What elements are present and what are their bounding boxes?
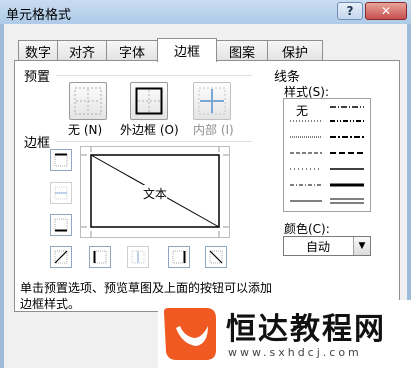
diagonal-up-border-icon xyxy=(54,250,68,264)
inside-horizontal-border-icon xyxy=(54,186,68,200)
window-title: 单元格格式 xyxy=(6,8,72,23)
watermark-brand: 恒达教程网 xyxy=(226,312,386,347)
bottom-border-icon xyxy=(54,218,68,232)
presets-separator xyxy=(56,75,252,76)
right-border-button[interactable] xyxy=(168,246,190,268)
no-border-icon xyxy=(74,87,102,115)
preset-outline-label: 外边框 (O) xyxy=(120,123,179,137)
preset-none-button[interactable] xyxy=(69,82,107,120)
bottom-border-button[interactable] xyxy=(50,214,72,236)
left-border-icon xyxy=(93,250,107,264)
border-preview[interactable]: 文本 xyxy=(80,146,230,238)
inside-border-icon xyxy=(198,87,226,115)
preset-inside-button[interactable] xyxy=(193,82,231,120)
watermark-url: www.sxhdcj.com xyxy=(228,346,362,359)
diagonal-down-border-button[interactable] xyxy=(205,246,227,268)
tab-protection[interactable]: 保护 xyxy=(267,40,323,61)
outline-border-icon xyxy=(135,87,163,115)
diagonal-down-border-icon xyxy=(209,250,223,264)
line-style-list[interactable]: 无 xyxy=(283,98,371,212)
inside-vertical-border-button[interactable] xyxy=(127,246,149,268)
line-style-samples xyxy=(290,106,364,204)
right-border-icon xyxy=(172,250,186,264)
tab-border[interactable]: 边框 xyxy=(157,38,217,62)
presets-section-label: 预置 xyxy=(24,70,51,85)
color-select[interactable]: 自动 ▼ xyxy=(283,236,371,256)
tab-font[interactable]: 字体 xyxy=(106,40,158,61)
preset-outline-button[interactable] xyxy=(130,82,168,120)
watermark-logo-icon xyxy=(164,308,216,360)
top-border-icon xyxy=(54,153,68,167)
diagonal-up-border-button[interactable] xyxy=(50,246,72,268)
close-button[interactable]: ✕ xyxy=(365,2,407,20)
preset-inside-label: 内部 (I) xyxy=(193,123,234,137)
inside-vertical-border-icon xyxy=(131,250,145,264)
border-section-label: 边框 xyxy=(24,136,51,151)
color-value: 自动 xyxy=(305,240,330,254)
inside-horizontal-border-button[interactable] xyxy=(50,182,72,204)
top-border-button[interactable] xyxy=(50,149,72,171)
border-separator xyxy=(56,141,252,142)
tab-alignment[interactable]: 对齐 xyxy=(57,40,107,61)
tab-number[interactable]: 数字 xyxy=(18,40,58,61)
tab-patterns[interactable]: 图案 xyxy=(216,40,268,61)
preset-none-label: 无 (N) xyxy=(68,123,103,137)
color-label: 颜色(C): xyxy=(284,222,330,236)
help-button[interactable]: ? xyxy=(337,2,363,20)
left-border-button[interactable] xyxy=(89,246,111,268)
preview-text: 文本 xyxy=(143,185,168,202)
dropdown-arrow-icon[interactable]: ▼ xyxy=(353,237,370,255)
